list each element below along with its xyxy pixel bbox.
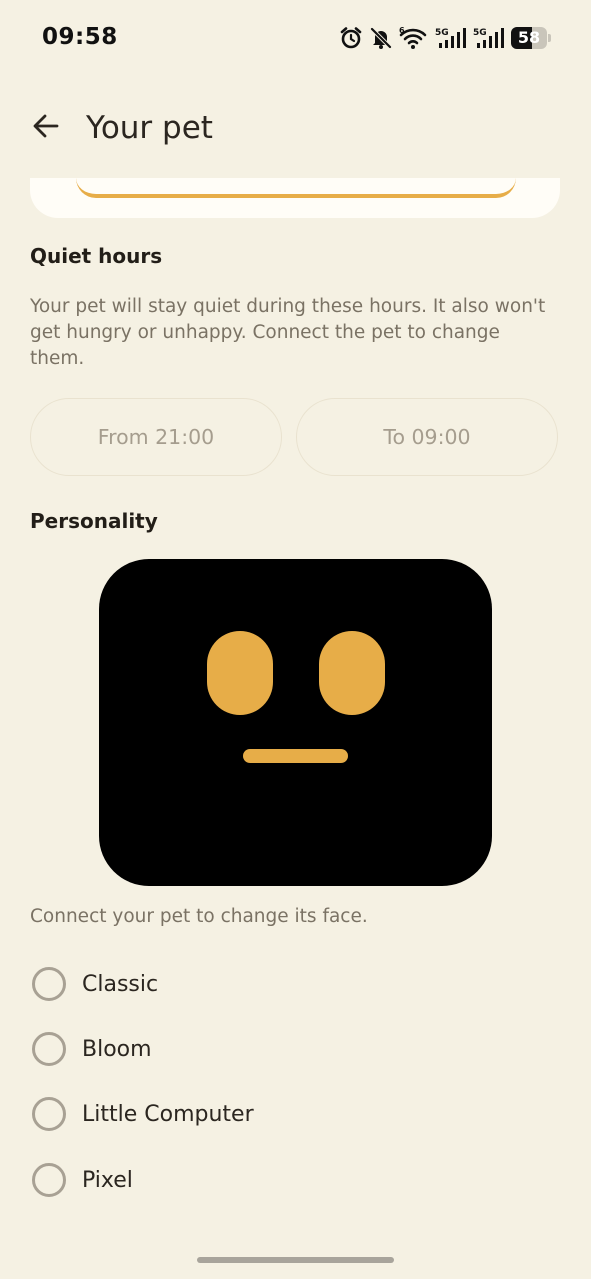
quiet-hours-description: Your pet will stay quiet during these ho… [30,296,546,369]
status-bar: 09:58 6 5G 5G 58 [0,0,591,76]
pet-right-eye [319,631,385,715]
alarm-icon [339,26,363,50]
pet-left-eye [207,631,273,715]
radio-unchecked-icon[interactable] [32,967,66,1001]
pet-face-preview [99,559,492,886]
arrow-left-icon [33,114,59,138]
pet-mouth [243,749,348,763]
battery-percent: 58 [517,28,541,47]
back-button[interactable] [20,100,72,152]
quiet-hours-heading: Quiet hours [30,244,163,268]
quiet-hours-to-button[interactable]: To 09:00 [296,398,558,476]
network-label-1: 5G [435,28,449,38]
status-icons: 6 5G 5G 58 [339,24,551,52]
bell-off-icon [369,26,393,50]
radio-unchecked-icon[interactable] [32,1097,66,1131]
radio-unchecked-icon[interactable] [32,1032,66,1066]
pet-card-peek [30,178,560,218]
personality-option-label: Classic [82,971,159,997]
home-indicator[interactable] [197,1257,394,1263]
personality-option-classic[interactable]: Classic [30,957,560,1011]
signal-5g-icon: 5G [473,26,505,50]
wifi-badge: 6 [399,26,405,35]
quiet-hours-from-button[interactable]: From 21:00 [30,398,282,476]
network-label-2: 5G [473,28,487,38]
personality-option-label: Bloom [82,1036,152,1062]
personality-option-pixel[interactable]: Pixel [30,1153,560,1207]
page-title: Your pet [86,110,213,146]
your-pet-screen: 09:58 6 5G 5G 58 Your pet Quiet hours Yo… [0,0,591,1279]
battery-icon: 58 [511,27,551,49]
personality-heading: Personality [30,509,158,533]
card-accent-bar [76,178,516,198]
personality-option-label: Pixel [82,1167,133,1193]
face-hint: Connect your pet to change its face. [30,906,368,927]
personality-option-bloom[interactable]: Bloom [30,1022,560,1076]
personality-option-label: Little Computer [82,1101,254,1127]
status-time: 09:58 [42,24,118,50]
wifi-6-icon: 6 [399,26,429,50]
personality-option-little-computer[interactable]: Little Computer [30,1087,560,1141]
radio-unchecked-icon[interactable] [32,1163,66,1197]
signal-5g-icon: 5G [435,26,467,50]
